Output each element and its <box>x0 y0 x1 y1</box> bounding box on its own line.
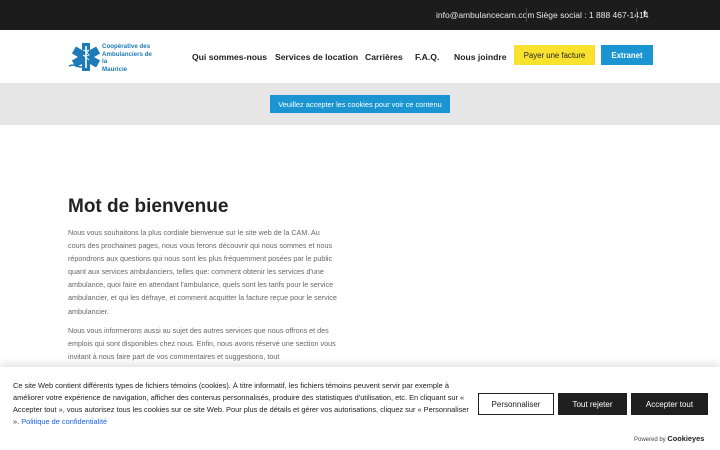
accept-all-button[interactable]: Accepter tout <box>631 393 708 415</box>
video-placeholder: Veuillez accepter les cookies pour voir … <box>0 83 720 125</box>
email-link[interactable]: info@ambulancecam.com <box>436 10 534 20</box>
site-header: Coopérative des Ambulanciers de la Mauri… <box>0 30 720 83</box>
reject-all-button[interactable]: Tout rejeter <box>558 393 627 415</box>
nav-carrieres[interactable]: Carrières <box>365 52 403 62</box>
extranet-button[interactable]: Extranet <box>601 45 653 65</box>
powered-by: Powered by Cookieyes <box>634 434 705 443</box>
phone-text[interactable]: Siège social : 1 888 467-1414 <box>536 10 648 20</box>
accept-cookies-video-button[interactable]: Veuillez accepter les cookies pour voir … <box>270 95 450 113</box>
welcome-paragraph: Nous vous informerons aussi au sujet des… <box>68 326 336 362</box>
nav-nous-joindre[interactable]: Nous joindre <box>454 52 507 62</box>
divider <box>526 8 527 22</box>
welcome-paragraph: Nous vous souhaitons la plus cordiale bi… <box>68 228 337 316</box>
pay-invoice-button[interactable]: Payer une facture <box>514 45 595 65</box>
nav-qui-sommes-nous[interactable]: Qui sommes-nous <box>192 52 267 62</box>
cookie-consent-banner: Ce site Web contient différents types de… <box>0 367 720 450</box>
page-title: Mot de bienvenue <box>68 196 229 217</box>
customize-button[interactable]: Personnaliser <box>478 393 554 415</box>
privacy-policy-link[interactable]: Politique de confidentialité <box>21 417 107 426</box>
logo-text: Coopérative des Ambulanciers de la Mauri… <box>102 43 152 73</box>
star-of-life-icon <box>68 43 101 71</box>
top-bar: info@ambulancecam.com Siège social : 1 8… <box>0 0 720 30</box>
consent-text: Ce site Web contient différents types de… <box>13 381 469 426</box>
nav-services-location[interactable]: Services de location <box>275 52 358 62</box>
divider <box>636 8 637 22</box>
facebook-icon[interactable]: f <box>643 9 646 19</box>
cookieyes-logo[interactable]: Cookieyes <box>667 434 704 443</box>
nav-faq[interactable]: F.A.Q. <box>415 52 439 62</box>
